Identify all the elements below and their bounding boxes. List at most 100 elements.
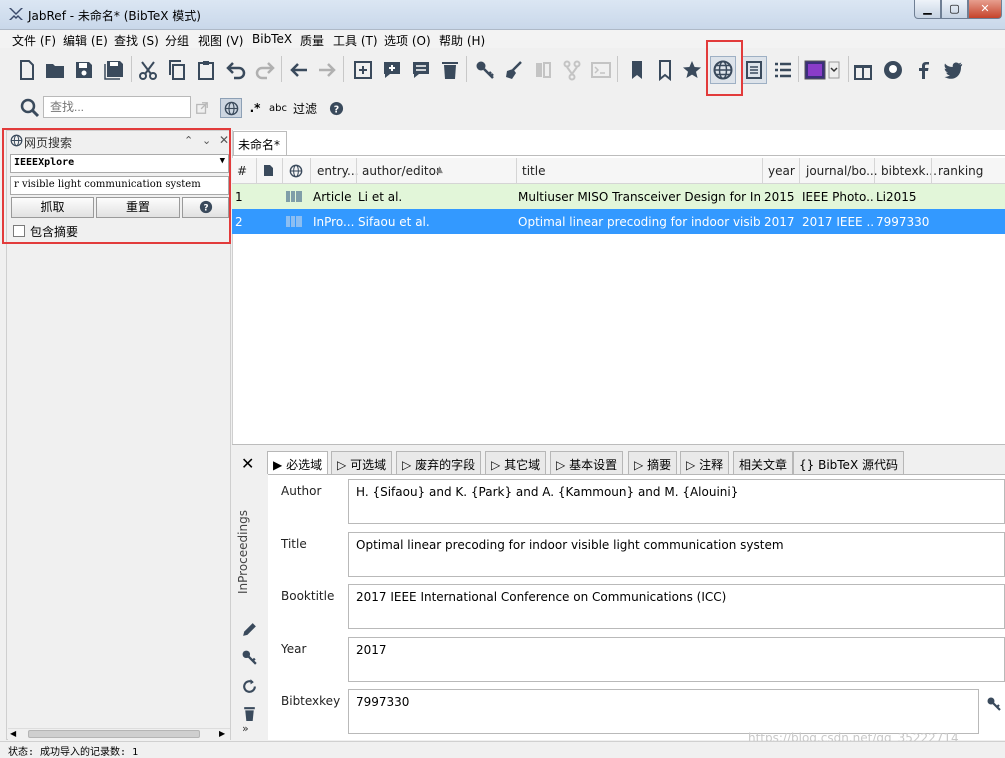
github-icon[interactable] bbox=[880, 56, 906, 84]
minimize-button[interactable]: ▁ bbox=[914, 0, 941, 19]
tab-optional-fields[interactable]: ▷ 可选域 bbox=[331, 451, 393, 474]
menu-groups[interactable]: 分组 bbox=[165, 32, 189, 49]
column-header-ranking[interactable]: ranking bbox=[938, 164, 983, 178]
menu-view[interactable]: 视图 (V) bbox=[198, 32, 243, 49]
trash-icon[interactable] bbox=[241, 705, 258, 722]
forward-arrow-icon[interactable] bbox=[314, 56, 340, 84]
gift-icon[interactable] bbox=[850, 56, 876, 84]
menu-options[interactable]: 选项 (O) bbox=[384, 32, 431, 49]
toolbar-divider bbox=[281, 56, 282, 82]
search-input[interactable] bbox=[43, 96, 191, 118]
tab-comments[interactable]: ▷ 注释 bbox=[680, 451, 730, 474]
more-chevron-icon[interactable]: » bbox=[242, 722, 249, 735]
filter-toggle[interactable]: 过滤 bbox=[291, 98, 319, 118]
status-bar bbox=[0, 741, 1005, 757]
facebook-icon[interactable] bbox=[910, 56, 936, 84]
menu-file[interactable]: 文件 (F) bbox=[12, 32, 56, 49]
search-help-icon[interactable]: ? bbox=[327, 98, 345, 118]
title-field[interactable]: Optimal linear precoding for indoor visi… bbox=[348, 532, 1005, 577]
author-field[interactable]: H. {Sifaou} and K. {Park} and A. {Kammou… bbox=[348, 479, 1005, 524]
column-header-author[interactable]: author/editor bbox=[362, 164, 441, 178]
paste-icon[interactable] bbox=[193, 56, 219, 84]
column-divider bbox=[310, 158, 311, 184]
column-header-bibtexkey[interactable]: bibtexk... bbox=[881, 164, 937, 178]
column-header-journal[interactable]: journal/bo... bbox=[806, 164, 878, 178]
generate-key-icon[interactable] bbox=[472, 56, 498, 84]
git-merge-icon[interactable] bbox=[559, 56, 585, 84]
column-header-title[interactable]: title bbox=[522, 164, 545, 178]
case-sensitive-toggle[interactable]: abc bbox=[268, 98, 288, 118]
save-all-icon[interactable] bbox=[101, 56, 127, 84]
save-icon[interactable] bbox=[71, 56, 97, 84]
doi-barcode-icon[interactable] bbox=[286, 190, 302, 203]
close-editor-icon[interactable]: ✕ bbox=[241, 454, 254, 473]
doi-barcode-icon[interactable] bbox=[286, 215, 302, 228]
tab-required-fields[interactable]: ▶ 必选域 bbox=[267, 451, 329, 474]
toolbar-divider bbox=[466, 56, 467, 82]
tab-deprecated-fields[interactable]: ▷ 废弃的字段 bbox=[396, 451, 482, 474]
tab-other-fields[interactable]: ▷ 其它域 bbox=[485, 451, 547, 474]
cleanup-broom-icon[interactable] bbox=[501, 56, 527, 84]
open-in-window-icon[interactable] bbox=[194, 98, 210, 118]
unmark-bookmark-icon[interactable] bbox=[652, 56, 678, 84]
edit-entry-icon[interactable] bbox=[408, 56, 434, 84]
maximize-button[interactable]: ▢ bbox=[941, 0, 968, 19]
toolbar-divider bbox=[131, 56, 132, 82]
new-entry-icon[interactable] bbox=[350, 56, 376, 84]
tab-general[interactable]: ▷ 基本设置 bbox=[550, 451, 624, 474]
merge-entries-icon[interactable] bbox=[530, 56, 556, 84]
terminal-icon[interactable] bbox=[588, 56, 614, 84]
column-divider bbox=[256, 158, 257, 184]
url-column-globe-icon[interactable] bbox=[289, 164, 303, 178]
tab-bibtex-source[interactable]: {} BibTeX 源代码 bbox=[793, 451, 904, 474]
scroll-right-arrow-icon[interactable]: ▶ bbox=[219, 729, 225, 738]
entry-type-cell: InPro... bbox=[313, 215, 355, 229]
scrollbar-thumb[interactable] bbox=[28, 730, 200, 738]
file-column-icon[interactable] bbox=[263, 164, 274, 177]
menu-help[interactable]: 帮助 (H) bbox=[439, 32, 485, 49]
refresh-icon[interactable] bbox=[241, 678, 258, 695]
column-header-entrytype[interactable]: entry... bbox=[317, 164, 358, 178]
menu-edit[interactable]: 编辑 (E) bbox=[63, 32, 108, 49]
column-header-number[interactable]: # bbox=[237, 164, 247, 178]
global-search-toggle-icon[interactable] bbox=[220, 98, 242, 118]
toolbar-divider bbox=[848, 56, 849, 82]
column-divider bbox=[799, 158, 800, 184]
year-field[interactable]: 2017 bbox=[348, 637, 1005, 682]
external-app-dropdown-icon[interactable] bbox=[803, 56, 843, 84]
year-cell: 2017 bbox=[764, 215, 795, 229]
regex-toggle-icon[interactable]: .* bbox=[246, 98, 264, 118]
menu-quality[interactable]: 质量 bbox=[300, 32, 324, 49]
menu-tools[interactable]: 工具 (T) bbox=[333, 32, 378, 49]
twitter-icon[interactable] bbox=[940, 56, 966, 84]
star-icon[interactable] bbox=[679, 56, 705, 84]
scroll-left-arrow-icon[interactable]: ◀ bbox=[10, 729, 16, 738]
back-arrow-icon[interactable] bbox=[286, 56, 312, 84]
key-icon[interactable] bbox=[241, 649, 258, 666]
entry-type-label: InProceedings bbox=[236, 510, 256, 594]
undo-icon[interactable] bbox=[223, 56, 249, 84]
booktitle-field[interactable]: 2017 IEEE International Conference on Co… bbox=[348, 584, 1005, 629]
toolbar-divider bbox=[343, 56, 344, 82]
pencil-icon[interactable] bbox=[241, 621, 258, 638]
copy-icon[interactable] bbox=[164, 56, 190, 84]
tab-abstract[interactable]: ▷ 摘要 bbox=[628, 451, 678, 474]
mark-bookmark-icon[interactable] bbox=[624, 56, 650, 84]
entry-editor-toggle-icon[interactable] bbox=[741, 56, 767, 84]
new-entry-from-text-icon[interactable] bbox=[379, 56, 405, 84]
tab-related-articles[interactable]: 相关文章 bbox=[733, 451, 794, 474]
tab-marker-icon: ▷ bbox=[491, 458, 501, 472]
delete-entry-icon[interactable] bbox=[437, 56, 463, 84]
menu-search[interactable]: 查找 (S) bbox=[114, 32, 159, 49]
open-folder-icon[interactable] bbox=[42, 56, 68, 84]
generate-key-icon[interactable] bbox=[986, 696, 1002, 712]
column-header-year[interactable]: year bbox=[768, 164, 795, 178]
new-library-icon[interactable] bbox=[14, 56, 40, 84]
cut-icon[interactable] bbox=[135, 56, 161, 84]
database-tab[interactable]: 未命名* bbox=[233, 131, 287, 155]
bibtexkey-field[interactable]: 7997330 bbox=[348, 689, 979, 734]
redo-icon[interactable] bbox=[252, 56, 278, 84]
list-view-icon[interactable] bbox=[770, 56, 796, 84]
menu-bibtex[interactable]: BibTeX bbox=[252, 32, 292, 46]
close-window-button[interactable]: ✕ bbox=[968, 0, 1002, 19]
